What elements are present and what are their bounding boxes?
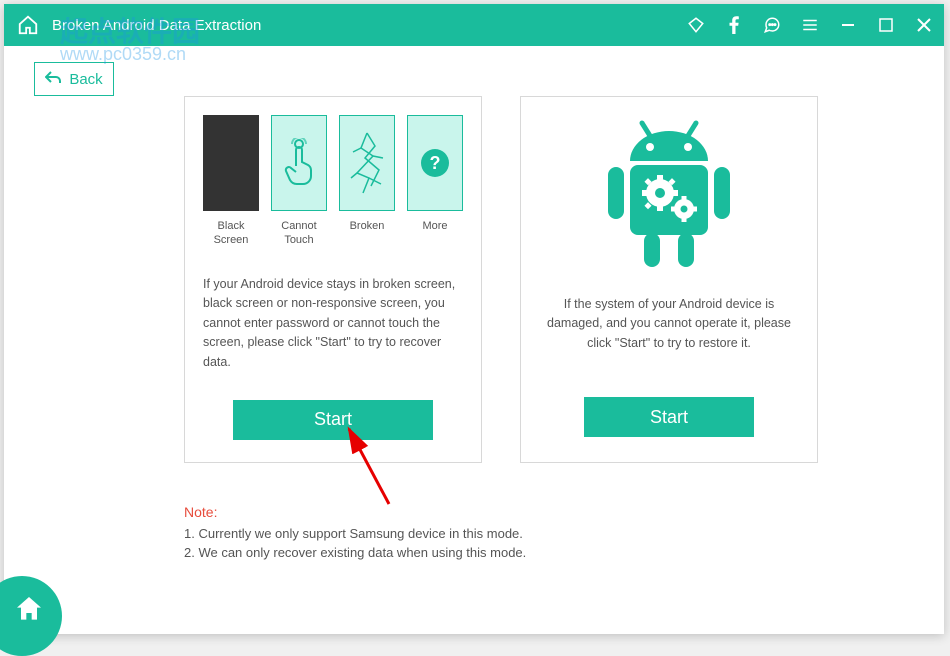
question-mark-icon: ? bbox=[421, 149, 449, 177]
feedback-icon[interactable] bbox=[762, 15, 782, 35]
note-line-1: 1. Currently we only support Samsung dev… bbox=[184, 526, 884, 541]
titlebar: Broken Android Data Extraction bbox=[4, 4, 944, 46]
cannot-touch-icon bbox=[271, 115, 327, 211]
more-label: More bbox=[422, 219, 447, 249]
home-fab-button[interactable] bbox=[0, 576, 62, 656]
back-button[interactable]: Back bbox=[34, 62, 114, 96]
start-recover-button[interactable]: Start bbox=[233, 400, 433, 440]
recover-data-panel: Black Screen Cannot Touch bbox=[184, 96, 482, 463]
note-title: Note: bbox=[184, 504, 884, 520]
titlebar-actions bbox=[686, 15, 934, 35]
more-icon: ? bbox=[407, 115, 463, 211]
window-title: Broken Android Data Extraction bbox=[52, 17, 686, 34]
maximize-icon[interactable] bbox=[876, 15, 896, 35]
android-gear-icon bbox=[594, 115, 744, 275]
black-screen-tile[interactable]: Black Screen bbox=[201, 115, 261, 249]
black-screen-icon bbox=[203, 115, 259, 211]
facebook-icon[interactable] bbox=[724, 15, 744, 35]
more-tile[interactable]: ? More bbox=[405, 115, 465, 249]
start-restore-button[interactable]: Start bbox=[584, 397, 754, 437]
home-icon bbox=[14, 11, 42, 39]
cannot-touch-tile[interactable]: Cannot Touch bbox=[269, 115, 329, 249]
content-row: Black Screen Cannot Touch bbox=[184, 96, 884, 463]
broken-label: Broken bbox=[350, 219, 385, 249]
broken-tile[interactable]: Broken bbox=[337, 115, 397, 249]
restore-description: If the system of your Android device is … bbox=[539, 295, 799, 353]
diamond-icon[interactable] bbox=[686, 15, 706, 35]
restore-system-panel: If the system of your Android device is … bbox=[520, 96, 818, 463]
black-screen-label: Black Screen bbox=[201, 219, 261, 249]
broken-icon bbox=[339, 115, 395, 211]
notes-section: Note: 1. Currently we only support Samsu… bbox=[184, 504, 884, 564]
app-window: Broken Android Data Extraction bbox=[4, 4, 944, 634]
menu-icon[interactable] bbox=[800, 15, 820, 35]
back-label: Back bbox=[69, 71, 102, 88]
recover-description: If your Android device stays in broken s… bbox=[203, 275, 463, 372]
scenario-icons: Black Screen Cannot Touch bbox=[201, 115, 465, 249]
cannot-touch-label: Cannot Touch bbox=[269, 219, 329, 249]
close-icon[interactable] bbox=[914, 15, 934, 35]
back-arrow-icon bbox=[45, 70, 61, 88]
note-line-2: 2. We can only recover existing data whe… bbox=[184, 545, 884, 560]
minimize-icon[interactable] bbox=[838, 15, 858, 35]
